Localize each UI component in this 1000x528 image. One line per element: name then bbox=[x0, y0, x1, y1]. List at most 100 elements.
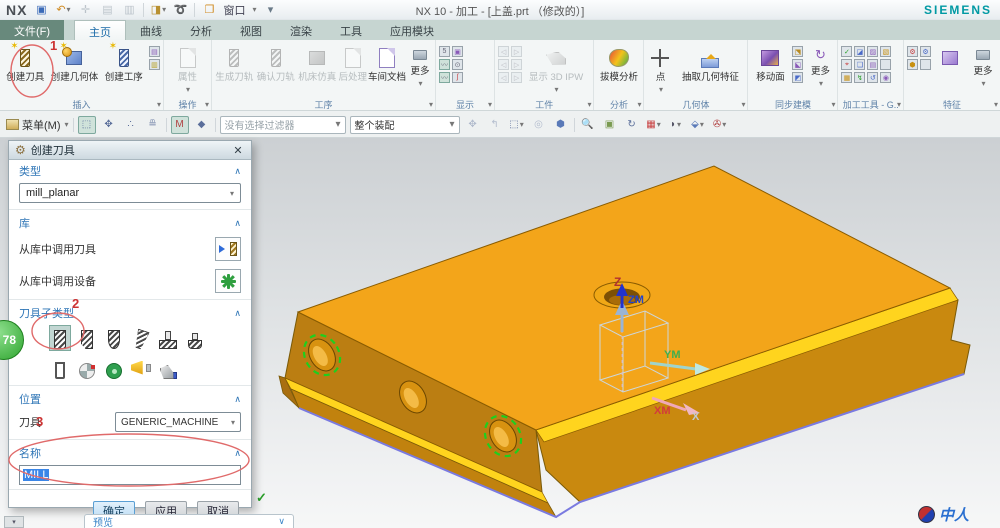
display-option-icon[interactable]: 5 bbox=[439, 46, 450, 57]
copy-operation-icon[interactable]: ▤ bbox=[148, 46, 160, 57]
create-tool-button[interactable]: ✶ 创建刀具 bbox=[2, 41, 48, 83]
lasso-icon[interactable]: ⬚ ▾ bbox=[508, 116, 526, 134]
close-icon[interactable]: ✕ bbox=[231, 144, 245, 157]
window-grid-icon[interactable]: ▦ ▾ bbox=[645, 116, 663, 134]
spline-display-icon[interactable]: ʃ bbox=[452, 72, 463, 83]
snap-point-icon[interactable]: M bbox=[170, 115, 189, 134]
point-button[interactable]: 点 ▾ bbox=[646, 42, 674, 94]
group-dialog-launcher-icon[interactable]: ▾ bbox=[205, 100, 209, 109]
group-dialog-launcher-icon[interactable]: ▾ bbox=[157, 100, 161, 109]
copy-icon[interactable]: ▤ bbox=[99, 3, 115, 17]
subtype-t-cutter-icon[interactable] bbox=[184, 325, 206, 351]
ipw-icon[interactable]: ▷ bbox=[511, 46, 523, 57]
machining-tool-icon[interactable]: ⌖ bbox=[841, 59, 853, 70]
properties-button[interactable]: 属性 ▾ bbox=[166, 42, 209, 94]
create-operation-button[interactable]: ✶ 创建工序 bbox=[101, 41, 147, 83]
machine-simulation-button[interactable]: 机床仿真 bbox=[297, 42, 337, 83]
window-icon[interactable]: ❐ bbox=[201, 3, 217, 17]
tab-curve[interactable]: 曲线 bbox=[126, 20, 176, 40]
background-panel-header[interactable]: 预览 ∨ bbox=[84, 514, 294, 528]
feature-cube-button[interactable] bbox=[933, 42, 967, 71]
collapse-icon[interactable]: ∧ bbox=[234, 166, 241, 177]
toolpath-display-icon[interactable]: 〰 bbox=[439, 59, 450, 70]
tab-analysis[interactable]: 分析 bbox=[176, 20, 226, 40]
tool-location-dropdown[interactable]: GENERIC_MACHINE ▾ bbox=[115, 412, 241, 432]
group-dialog-launcher-icon[interactable]: ▾ bbox=[831, 100, 835, 109]
toolpath-replay-icon[interactable]: 〰 bbox=[439, 72, 450, 83]
create-geometry-button[interactable]: ✶ 创建几何体 bbox=[49, 41, 99, 83]
group-dialog-launcher-icon[interactable]: ▾ bbox=[587, 100, 591, 109]
paste-icon[interactable]: ▥ bbox=[121, 3, 137, 17]
section-location[interactable]: 位置 ∧ bbox=[9, 388, 251, 409]
feature-icon[interactable]: ⬢ bbox=[906, 59, 918, 70]
touch-mode-icon[interactable]: ➰ bbox=[172, 3, 188, 17]
selection-filter-dropdown[interactable]: 没有选择过滤器 ▾ bbox=[219, 115, 346, 134]
generate-toolpath-button[interactable]: 生成刀轨 bbox=[214, 42, 254, 83]
machining-tool-icon[interactable]: ▧ bbox=[880, 46, 892, 57]
subtype-mill-icon[interactable] bbox=[49, 325, 71, 351]
tab-file[interactable]: 文件(F) bbox=[0, 20, 65, 40]
select-feature-icon[interactable]: ✥ bbox=[100, 116, 118, 134]
render-style-icon[interactable]: ▣ bbox=[601, 116, 619, 134]
tab-home[interactable]: 主页 bbox=[74, 20, 127, 40]
qat-customize-icon[interactable]: ▾ bbox=[262, 3, 278, 17]
select-edge-icon[interactable]: ≞ bbox=[144, 116, 162, 134]
feature-icon[interactable]: ⚙ bbox=[919, 46, 931, 57]
machining-tool-icon[interactable]: ▨ bbox=[867, 46, 879, 57]
subtype-thread-mill-icon[interactable] bbox=[76, 355, 98, 381]
group-dialog-launcher-icon[interactable]: ▾ bbox=[488, 100, 492, 109]
machining-tool-icon[interactable]: ❑ bbox=[854, 59, 866, 70]
sync-icon[interactable]: ⬔ bbox=[792, 46, 804, 57]
subtype-laser-icon[interactable] bbox=[130, 355, 152, 381]
machining-tool-icon[interactable]: ↯ bbox=[854, 72, 866, 83]
ipw-icon[interactable]: ◁ bbox=[498, 46, 510, 57]
machining-tool-icon[interactable]: ✓ bbox=[841, 46, 853, 57]
section-subtype[interactable]: 刀具子类型 ∧ bbox=[9, 302, 251, 323]
collapse-icon[interactable]: ∧ bbox=[234, 218, 241, 229]
move-face-button[interactable]: 移动面 bbox=[750, 42, 790, 83]
ipw-icon[interactable]: ◁ bbox=[498, 59, 510, 70]
ipw-icon[interactable]: ▷ bbox=[511, 59, 523, 70]
subtype-taper-mill-icon[interactable] bbox=[130, 325, 152, 351]
operation-more-button[interactable]: 更多 ▾ bbox=[407, 42, 433, 88]
machining-tool-icon[interactable]: ◪ bbox=[854, 46, 866, 57]
display-image-icon[interactable]: ▣ bbox=[452, 46, 463, 57]
menu-button[interactable]: 菜单(M) ▾ bbox=[6, 117, 69, 133]
cut-icon[interactable]: ✛ bbox=[77, 3, 93, 17]
machining-tool-icon[interactable]: ▦ bbox=[841, 72, 853, 83]
group-dialog-launcher-icon[interactable]: ▾ bbox=[897, 100, 901, 109]
draft-analysis-button[interactable]: 拔模分析 bbox=[596, 42, 641, 83]
verify-toolpath-button[interactable]: 确认刀轨 bbox=[255, 42, 295, 83]
subtype-chamfer-mill-icon[interactable] bbox=[76, 325, 98, 351]
feature-more-button[interactable]: 更多 ▾ bbox=[968, 42, 998, 88]
fit-view-icon[interactable]: 🔍 bbox=[579, 116, 597, 134]
circle-display-icon[interactable]: ⊙ bbox=[452, 59, 463, 70]
panel-dropdown-button[interactable]: ▾ bbox=[4, 516, 24, 528]
group-dialog-launcher-icon[interactable]: ▾ bbox=[741, 100, 745, 109]
group-dialog-launcher-icon[interactable]: ▾ bbox=[429, 100, 433, 109]
shop-documentation-button[interactable]: 车间文档 bbox=[368, 42, 406, 83]
subtype-carrier-icon[interactable] bbox=[157, 355, 179, 381]
collapse-icon[interactable]: ∧ bbox=[234, 448, 241, 459]
tab-application[interactable]: 应用模块 bbox=[376, 20, 448, 40]
save-icon[interactable]: ▣ bbox=[33, 3, 49, 17]
tab-tools[interactable]: 工具 bbox=[326, 20, 376, 40]
dialog-titlebar[interactable]: ⚙ 创建刀具 ✕ bbox=[9, 141, 251, 160]
visualization-icon[interactable]: ✇ ▾ bbox=[711, 116, 729, 134]
subtype-mill-form-icon[interactable] bbox=[103, 355, 125, 381]
section-type[interactable]: 类型 ∧ bbox=[9, 160, 251, 181]
subtype-ball-mill-icon[interactable] bbox=[103, 325, 125, 351]
sphere-select-icon[interactable]: ◎ bbox=[530, 116, 548, 134]
machining-tool-icon[interactable]: ▤ bbox=[867, 59, 879, 70]
name-input[interactable]: MILL bbox=[19, 465, 241, 485]
machining-tool-icon[interactable] bbox=[880, 59, 892, 70]
feature-icon[interactable]: ⚙ bbox=[906, 46, 918, 57]
feature-icon[interactable] bbox=[919, 59, 931, 70]
machining-tool-icon[interactable]: ◉ bbox=[880, 72, 892, 83]
select-objects-icon[interactable]: ⬚ bbox=[77, 115, 96, 134]
selection-scope-dropdown[interactable]: 整个装配 ▾ bbox=[349, 115, 460, 134]
window-menu[interactable]: 窗口 bbox=[223, 2, 245, 18]
extract-geometry-button[interactable]: 抽取几何特征 bbox=[675, 42, 745, 83]
undo-icon[interactable]: ↶ ▾ bbox=[55, 3, 71, 17]
collapse-icon[interactable]: ∧ bbox=[234, 394, 241, 405]
